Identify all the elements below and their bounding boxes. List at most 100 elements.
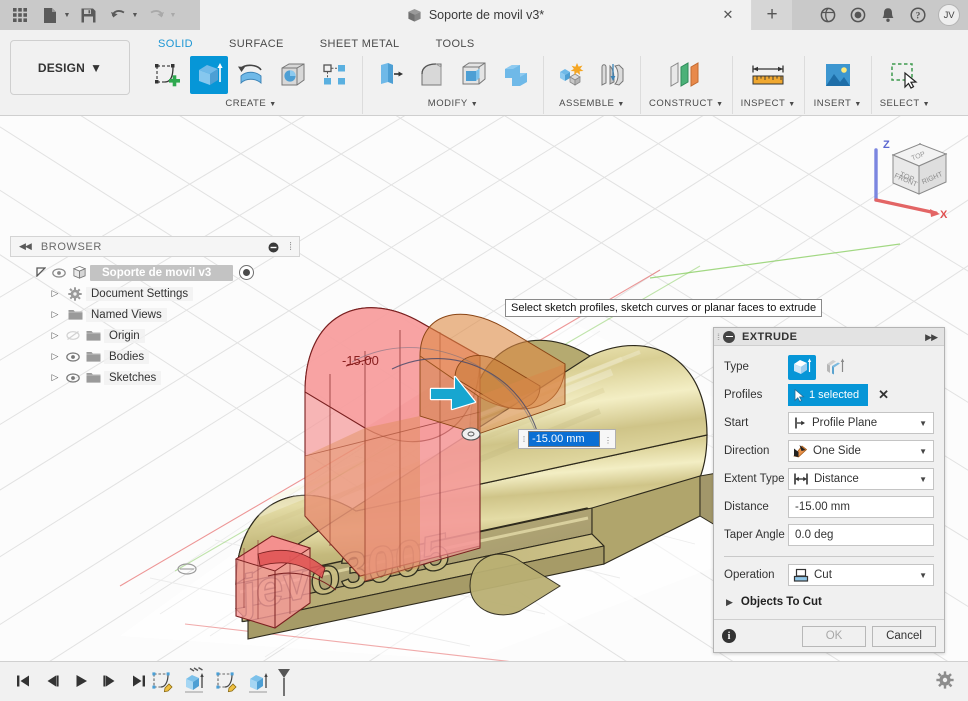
tree-item-origin[interactable]: ▷ Origin [46,325,282,346]
panel-select-label[interactable]: SELECT ▼ [880,98,930,109]
press-pull-icon[interactable] [371,56,409,94]
document-tab[interactable]: Soporte de movil v3* ✕ [200,0,752,30]
extent-type-dropdown[interactable]: Distance ▼ [788,468,934,490]
tab-tools[interactable]: TOOLS [418,35,493,53]
eye-icon[interactable] [64,351,82,362]
viewport[interactable]: jevo3005 -15.00 ⁞⁞ -15.00 mm ⋮ Select sk… [0,116,968,661]
expand-triangle-icon[interactable]: ▷ [46,288,64,299]
create-sketch-icon[interactable] [148,56,186,94]
expand-triangle-icon[interactable]: ▷ [46,330,64,341]
clear-selection-icon[interactable]: ✕ [878,387,889,403]
collapse-browser-icon[interactable]: ◀◀ [19,241,32,252]
tab-surface[interactable]: SURFACE [211,35,302,53]
timeline-extrude-2[interactable] [244,667,274,697]
pattern-icon[interactable] [316,56,354,94]
undo-icon[interactable] [104,2,132,28]
eye-off-icon[interactable] [64,330,82,341]
expand-triangle-icon[interactable]: ▶ [726,597,733,608]
timeline-extrude-1[interactable] [180,667,210,697]
extrude-dialog-titlebar[interactable]: ⁞⁞ EXTRUDE ▶▶ [714,328,944,346]
activate-component-radio[interactable] [239,265,255,280]
browser-resize-grip[interactable]: ⁞ [289,241,292,253]
shell-icon[interactable] [455,56,493,94]
timeline-marker[interactable] [276,667,292,697]
redo-dropdown-caret[interactable]: ▼ [168,2,178,28]
expand-triangle-icon[interactable] [32,266,50,279]
panel-inspect-label[interactable]: INSPECT ▼ [741,98,796,109]
play-icon[interactable] [68,668,94,694]
notifications-icon[interactable] [878,5,898,25]
app-grid-icon[interactable] [6,2,34,28]
tab-solid[interactable]: SOLID [140,35,211,53]
redo-icon[interactable] [142,2,170,28]
save-icon[interactable] [74,2,102,28]
step-forward-icon[interactable] [97,668,123,694]
tree-item-sketches[interactable]: ▷ Sketches [46,367,282,388]
joint-icon[interactable] [594,56,632,94]
file-icon[interactable] [36,2,64,28]
panel-assemble-label[interactable]: ASSEMBLE ▼ [559,98,625,109]
combine-icon[interactable] [497,56,535,94]
taper-angle-input[interactable]: 0.0 deg [788,524,934,546]
measure-icon[interactable] [742,56,794,94]
extrude-icon[interactable] [190,56,228,94]
panel-construct-label[interactable]: CONSTRUCT ▼ [649,98,724,109]
revolve-icon[interactable] [232,56,270,94]
objects-to-cut-section[interactable]: ▶ Objects To Cut [724,589,934,615]
operation-dropdown[interactable]: Cut ▼ [788,564,934,586]
timeline-sketch-1[interactable] [148,667,178,697]
workspace-switcher[interactable]: DESIGN ▼ [10,40,130,95]
undo-dropdown-caret[interactable]: ▼ [130,2,140,28]
dialog-grip[interactable]: ⁞⁞ [717,332,720,342]
tree-root-node[interactable]: Soporte de movil v3 [32,262,282,283]
expand-triangle-icon[interactable]: ▷ [46,351,64,362]
distance-input[interactable]: -15.00 mm [788,496,934,518]
start-dropdown[interactable]: Profile Plane ▼ [788,412,934,434]
timeline-sketch-2[interactable] [212,667,242,697]
thin-extrude-icon[interactable] [821,355,849,380]
panel-create-label[interactable]: CREATE ▼ [225,98,276,109]
offset-plane-icon[interactable] [660,56,712,94]
view-cube[interactable]: Z X TOP FRONT TOP FRONT RIGHT [858,128,958,223]
profiles-selection-button[interactable]: 1 selected [788,384,869,406]
file-dropdown-caret[interactable]: ▼ [62,2,72,28]
tree-item-bodies[interactable]: ▷ Bodies [46,346,282,367]
tab-sheet-metal[interactable]: SHEET METAL [302,35,418,53]
fillet-icon[interactable] [413,56,451,94]
browser-minimize-icon[interactable] [268,242,279,253]
info-icon[interactable]: i [722,629,736,643]
hole-icon[interactable] [274,56,312,94]
inline-input-grip[interactable]: ⁞⁞ [519,430,527,448]
close-icon[interactable]: ✕ [721,8,735,22]
timeline-settings-gear-icon[interactable] [936,671,956,691]
dimension-annotation[interactable]: -15.00 [342,353,379,368]
inline-dimension-input[interactable]: ⁞⁞ -15.00 mm ⋮ [518,429,616,449]
extensions-icon[interactable] [818,5,838,25]
profile-extrude-icon[interactable] [788,354,816,380]
expand-triangle-icon[interactable]: ▷ [46,372,64,383]
new-component-icon[interactable] [552,56,590,94]
job-status-icon[interactable] [848,5,868,25]
step-back-icon[interactable] [39,668,65,694]
select-icon[interactable] [880,56,930,94]
panel-insert-label[interactable]: INSERT ▼ [814,98,862,109]
new-tab-button[interactable]: + [752,0,792,30]
dialog-expand-icon[interactable]: ▶▶ [925,332,938,343]
tree-item-document-settings[interactable]: ▷ Document Settings [46,283,282,304]
extrude-dialog[interactable]: ⁞⁞ EXTRUDE ▶▶ Type Profiles 1 selected ✕… [713,327,945,653]
direction-dropdown[interactable]: One Side ▼ [788,440,934,462]
panel-modify-label[interactable]: MODIFY ▼ [428,98,478,109]
expand-triangle-icon[interactable]: ▷ [46,309,64,320]
eye-icon[interactable] [50,267,68,278]
help-icon[interactable]: ? [908,5,928,25]
go-to-beginning-icon[interactable] [10,668,36,694]
dialog-collapse-icon[interactable] [723,330,736,343]
cancel-button[interactable]: Cancel [872,625,936,647]
inline-input-value[interactable]: -15.00 mm [528,431,600,447]
insert-image-icon[interactable] [813,56,863,94]
ok-button[interactable]: OK [802,625,866,647]
avatar[interactable]: JV [938,4,960,26]
eye-icon[interactable] [64,372,82,383]
inline-input-menu-icon[interactable]: ⋮ [601,436,615,445]
tree-item-named-views[interactable]: ▷ Named Views [46,304,282,325]
